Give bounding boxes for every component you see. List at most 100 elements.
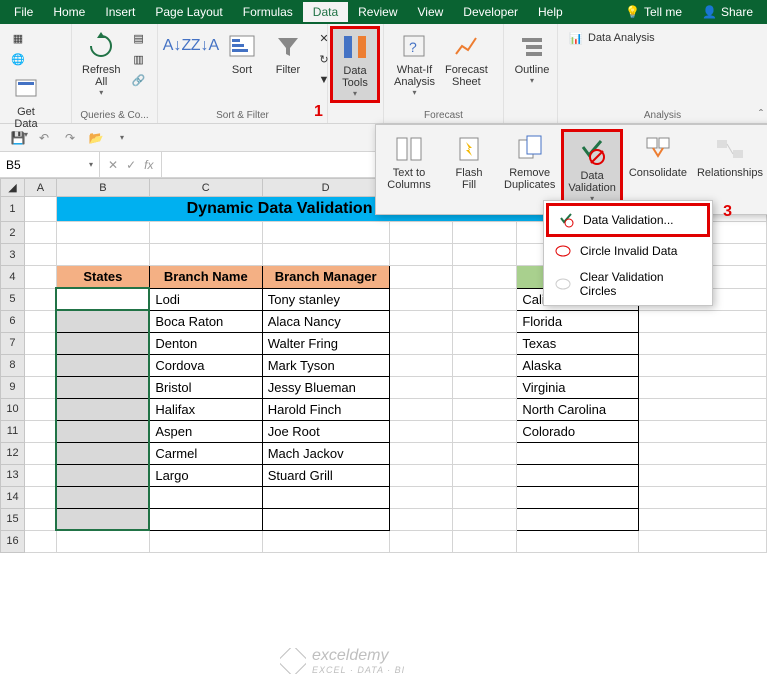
outline-button[interactable]: Outline ▾ bbox=[510, 28, 554, 87]
row-15[interactable]: 15 bbox=[1, 508, 25, 530]
cell-G11[interactable]: Colorado bbox=[517, 420, 639, 442]
cell-G6[interactable]: Florida bbox=[517, 310, 639, 332]
cell-B13[interactable] bbox=[56, 464, 149, 486]
tab-home[interactable]: Home bbox=[43, 2, 95, 22]
cell-G14[interactable] bbox=[517, 486, 639, 508]
sort-desc-button[interactable]: Z↓A bbox=[192, 28, 218, 66]
row-16[interactable]: 16 bbox=[1, 530, 25, 552]
cell-C8[interactable]: Cordova bbox=[149, 354, 262, 376]
data-tools-button[interactable]: Data Tools ▾ bbox=[330, 26, 380, 103]
collapse-ribbon-button[interactable]: ˆ bbox=[759, 107, 763, 121]
name-box[interactable]: B5 ▾ bbox=[0, 152, 100, 177]
select-all-cell[interactable]: ◢ bbox=[1, 179, 25, 197]
row-3[interactable]: 3 bbox=[1, 244, 25, 266]
cell-G12[interactable] bbox=[517, 442, 639, 464]
data-analysis-button[interactable]: 📊 Data Analysis bbox=[564, 28, 659, 48]
cell-B9[interactable] bbox=[56, 376, 149, 398]
cancel-icon[interactable]: ✕ bbox=[108, 158, 118, 172]
btn-queries-1[interactable]: ▤ bbox=[127, 28, 151, 48]
cell-B15[interactable] bbox=[56, 508, 149, 530]
flash-fill-button[interactable]: Flash Fill bbox=[440, 129, 498, 210]
tab-review[interactable]: Review bbox=[348, 2, 407, 22]
cell-D14[interactable] bbox=[262, 486, 389, 508]
relationships-button[interactable]: Relationships bbox=[693, 129, 767, 210]
sort-asc-button[interactable]: A↓Z bbox=[164, 28, 190, 66]
cell-D11[interactable]: Joe Root bbox=[262, 420, 389, 442]
row-5[interactable]: 5 bbox=[1, 288, 25, 310]
forecast-sheet-button[interactable]: Forecast Sheet bbox=[441, 28, 492, 90]
cell-G8[interactable]: Alaska bbox=[517, 354, 639, 376]
row-13[interactable]: 13 bbox=[1, 464, 25, 486]
cell-C15[interactable] bbox=[149, 508, 262, 530]
sort-button[interactable]: Sort bbox=[220, 28, 264, 78]
cell-D9[interactable]: Jessy Blueman bbox=[262, 376, 389, 398]
col-D[interactable]: D bbox=[262, 179, 389, 197]
btn-from-source-2[interactable]: 🌐 bbox=[6, 49, 46, 69]
cell-D15[interactable] bbox=[262, 508, 389, 530]
cell-D6[interactable]: Alaca Nancy bbox=[262, 310, 389, 332]
get-data-button[interactable]: Get Data ▾ bbox=[6, 70, 46, 141]
cell-C12[interactable]: Carmel bbox=[149, 442, 262, 464]
cell-C9[interactable]: Bristol bbox=[149, 376, 262, 398]
cell-G16[interactable] bbox=[517, 530, 639, 552]
data-validation-button[interactable]: Data Validation ▾ bbox=[561, 129, 623, 210]
menu-circle-invalid[interactable]: Circle Invalid Data bbox=[546, 237, 710, 265]
cell-G10[interactable]: North Carolina bbox=[517, 398, 639, 420]
cell-G9[interactable]: Virginia bbox=[517, 376, 639, 398]
tab-data[interactable]: Data bbox=[303, 2, 348, 22]
row-10[interactable]: 10 bbox=[1, 398, 25, 420]
row-9[interactable]: 9 bbox=[1, 376, 25, 398]
enter-icon[interactable]: ✓ bbox=[126, 158, 136, 172]
cell-G7[interactable]: Texas bbox=[517, 332, 639, 354]
cell-D7[interactable]: Walter Fring bbox=[262, 332, 389, 354]
tab-insert[interactable]: Insert bbox=[95, 2, 145, 22]
cell-D8[interactable]: Mark Tyson bbox=[262, 354, 389, 376]
tab-pagelayout[interactable]: Page Layout bbox=[145, 2, 232, 22]
cell-C5[interactable]: Lodi bbox=[149, 288, 262, 310]
remove-duplicates-button[interactable]: Remove Duplicates bbox=[500, 129, 559, 210]
tab-file[interactable]: File bbox=[4, 2, 43, 22]
hdr-manager[interactable]: Branch Manager bbox=[262, 266, 389, 289]
qat-customize[interactable]: ▾ bbox=[112, 128, 132, 148]
cell-B6[interactable] bbox=[56, 310, 149, 332]
hdr-branch[interactable]: Branch Name bbox=[149, 266, 262, 289]
open-button[interactable]: 📂 bbox=[86, 128, 106, 148]
cell-D13[interactable]: Stuard Grill bbox=[262, 464, 389, 486]
cell-C7[interactable]: Denton bbox=[149, 332, 262, 354]
row-2[interactable]: 2 bbox=[1, 222, 25, 244]
cell-G13[interactable] bbox=[517, 464, 639, 486]
cell-C14[interactable] bbox=[149, 486, 262, 508]
cell-G15[interactable] bbox=[517, 508, 639, 530]
cell-C13[interactable]: Largo bbox=[149, 464, 262, 486]
whatif-button[interactable]: ? What-If Analysis ▾ bbox=[390, 28, 439, 99]
filter-button[interactable]: Filter bbox=[266, 28, 310, 78]
row-6[interactable]: 6 bbox=[1, 310, 25, 332]
cell-B7[interactable] bbox=[56, 332, 149, 354]
tab-help[interactable]: Help bbox=[528, 2, 573, 22]
tab-developer[interactable]: Developer bbox=[453, 2, 528, 22]
cell-B8[interactable] bbox=[56, 354, 149, 376]
col-A[interactable]: A bbox=[24, 179, 56, 197]
tab-view[interactable]: View bbox=[408, 2, 454, 22]
menu-data-validation[interactable]: Data Validation... bbox=[546, 203, 710, 237]
cell-B10[interactable] bbox=[56, 398, 149, 420]
col-C[interactable]: C bbox=[149, 179, 262, 197]
menu-clear-circles[interactable]: Clear Validation Circles bbox=[546, 265, 710, 303]
fx-icon[interactable]: fx bbox=[144, 158, 153, 172]
btn-queries-2[interactable]: ▥ bbox=[127, 49, 151, 69]
btn-from-source-1[interactable]: ▦ bbox=[6, 28, 46, 48]
consolidate-button[interactable]: Consolidate bbox=[625, 129, 691, 210]
cell-C16[interactable] bbox=[149, 530, 262, 552]
row-7[interactable]: 7 bbox=[1, 332, 25, 354]
cell-D16[interactable] bbox=[262, 530, 389, 552]
row-12[interactable]: 12 bbox=[1, 442, 25, 464]
cell-B5[interactable] bbox=[56, 288, 149, 310]
col-B[interactable]: B bbox=[56, 179, 149, 197]
cell-D10[interactable]: Harold Finch bbox=[262, 398, 389, 420]
cell-C6[interactable]: Boca Raton bbox=[149, 310, 262, 332]
share-button[interactable]: 👤 Share bbox=[692, 2, 763, 22]
cell-B14[interactable] bbox=[56, 486, 149, 508]
row-14[interactable]: 14 bbox=[1, 486, 25, 508]
tab-formulas[interactable]: Formulas bbox=[233, 2, 303, 22]
hdr-states[interactable]: States bbox=[56, 266, 149, 289]
